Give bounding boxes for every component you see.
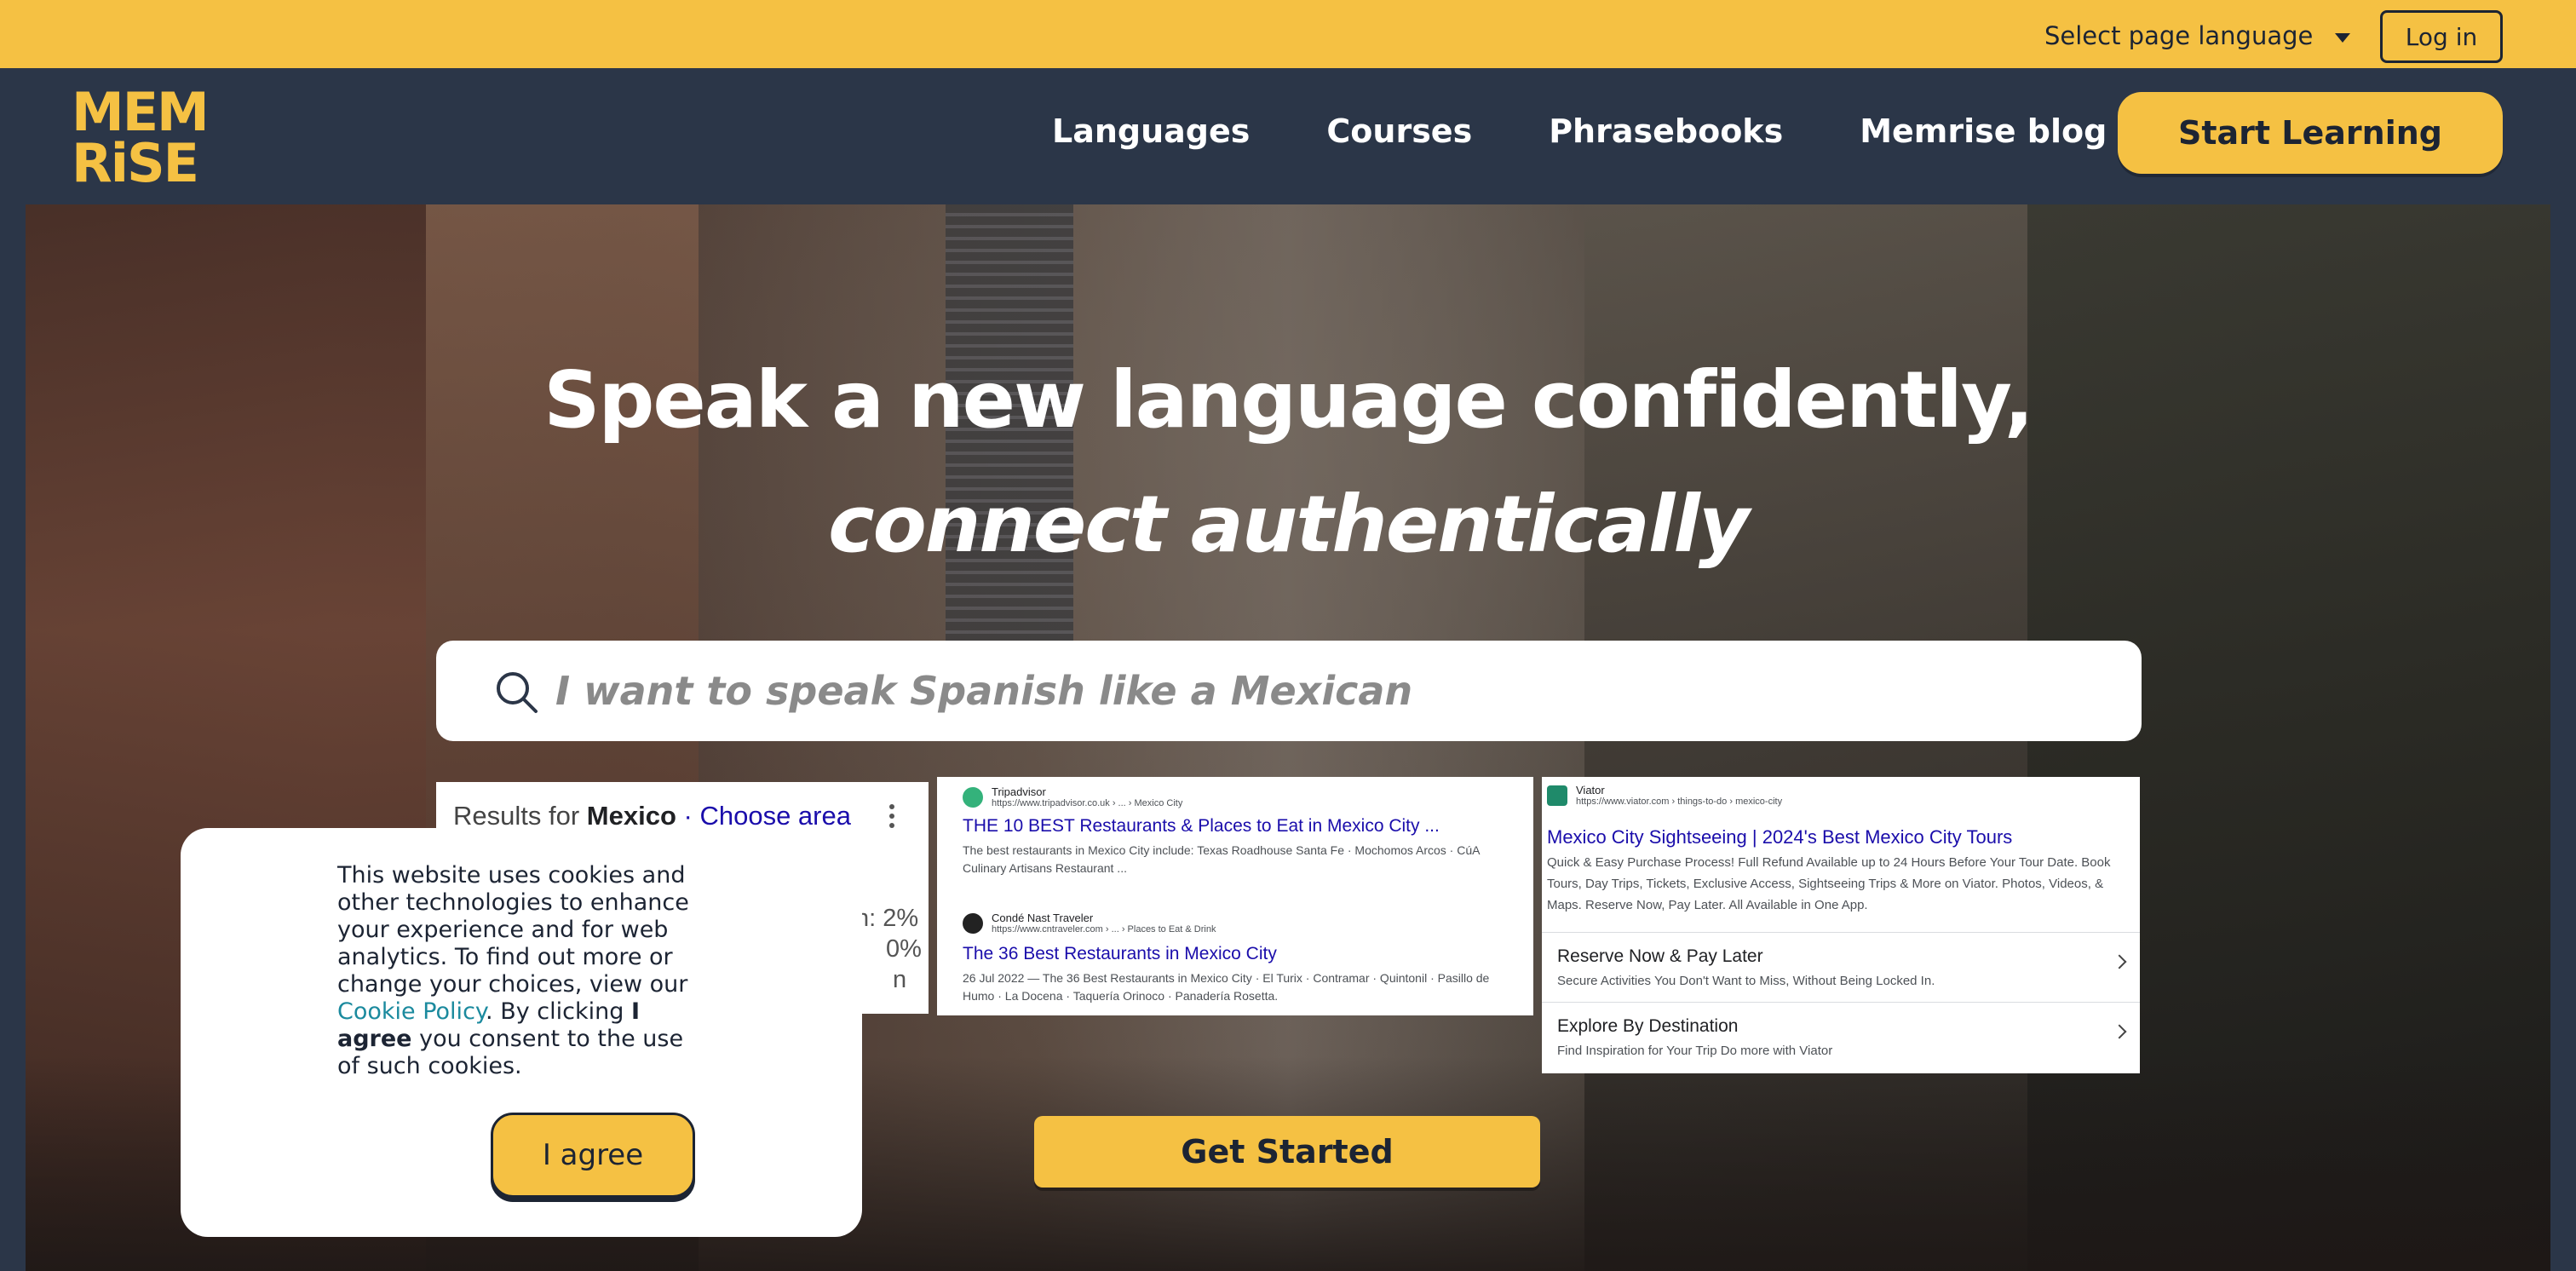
result-source-row: Condé Nast Traveler https://www.cntravel…: [963, 912, 1216, 935]
sitelink-description: Find Inspiration for Your Trip Do more w…: [1557, 1044, 1833, 1058]
cookie-policy-link[interactable]: Cookie Policy: [337, 998, 486, 1025]
result-source-name: Tripadvisor: [992, 785, 1046, 798]
sitelink-title: Reserve Now & Pay Later: [1557, 946, 1763, 966]
search-result-card-restaurants: Tripadvisor https://www.tripadvisor.co.u…: [937, 777, 1533, 1015]
results-location: Mexico: [586, 801, 676, 831]
nav-link-phrasebooks[interactable]: Phrasebooks: [1549, 112, 1783, 150]
result-fragment: 0%: [886, 935, 922, 963]
result-description: 26 Jul 2022 — The 36 Best Restaurants in…: [963, 971, 1490, 1003]
result-title-link[interactable]: THE 10 BEST Restaurants & Places to Eat …: [963, 816, 1440, 837]
sitelink-explore-destination[interactable]: Explore By Destination Find Inspiration …: [1542, 1002, 2140, 1072]
nav-link-memrise-blog[interactable]: Memrise blog: [1860, 112, 2107, 150]
result-description: Quick & Easy Purchase Process! Full Refu…: [1547, 855, 2111, 912]
get-started-button[interactable]: Get Started: [1034, 1116, 1540, 1188]
result-title-link[interactable]: Mexico City Sightseeing | 2024's Best Me…: [1547, 826, 2012, 848]
results-heading: Results for Mexico · Choose area: [453, 801, 851, 831]
chevron-down-icon: [2335, 32, 2351, 43]
choose-area-link[interactable]: · Choose area: [684, 801, 851, 831]
top-utility-bar: Select page language Log in: [0, 0, 2576, 68]
search-result-card-tours: Viator https://www.viator.com › things-t…: [1542, 777, 2140, 1073]
sitelink-title: Explore By Destination: [1557, 1016, 1739, 1036]
chevron-right-icon: [2112, 1024, 2127, 1039]
logo-line-2: RiSE: [72, 132, 199, 194]
logo-line-1: MEM: [72, 81, 210, 143]
cookie-agree-button[interactable]: I agree: [491, 1113, 695, 1198]
cookie-text-mid: . By clicking: [486, 998, 624, 1025]
result-source-url: https://www.cntraveler.com › ... › Place…: [992, 924, 1216, 935]
viator-icon: [1547, 785, 1567, 806]
result-source-name: Condé Nast Traveler: [992, 912, 1094, 924]
page-language-label: Select page language: [2044, 21, 2314, 50]
chevron-right-icon: [2112, 954, 2127, 969]
tripadvisor-icon: [963, 786, 983, 808]
result-fragment: n: [893, 966, 907, 993]
sitelink-description: Secure Activities You Don't Want to Miss…: [1557, 974, 1935, 988]
cookie-consent-text: This website uses cookies and other tech…: [337, 862, 712, 1080]
result-source-row: Viator https://www.viator.com › things-t…: [1547, 784, 1782, 807]
start-learning-button[interactable]: Start Learning: [2118, 92, 2503, 174]
nav-link-languages[interactable]: Languages: [1052, 112, 1250, 150]
result-title-link[interactable]: The 36 Best Restaurants in Mexico City: [963, 944, 1277, 964]
cookie-text-intro: This website uses cookies and other tech…: [337, 862, 689, 998]
result-source-url: https://www.viator.com › things-to-do › …: [1576, 797, 1783, 807]
cookie-consent-dialog: This website uses cookies and other tech…: [181, 828, 862, 1237]
search-icon: [497, 672, 538, 713]
conde-nast-icon: [963, 912, 983, 934]
more-options-icon[interactable]: [889, 804, 894, 832]
hero-title-line-1: Speak a new language confidently,: [543, 354, 2034, 446]
result-source-url: https://www.tripadvisor.co.uk › ... › Me…: [992, 798, 1183, 808]
nav-links: Languages Courses Phrasebooks Memrise bl…: [1052, 112, 2107, 150]
login-button[interactable]: Log in: [2380, 10, 2503, 63]
nav-link-courses[interactable]: Courses: [1326, 112, 1472, 150]
result-fragment: n: 2%: [855, 905, 919, 932]
memrise-logo[interactable]: MEM RiSE: [72, 81, 210, 194]
result-description: The best restaurants in Mexico City incl…: [963, 843, 1480, 875]
results-for-label: Results for: [453, 801, 580, 831]
search-bar[interactable]: [436, 641, 2142, 741]
main-navbar: MEM RiSE Languages Courses Phrasebooks M…: [0, 68, 2576, 204]
hero-title-line-2: connect authentically: [828, 479, 1750, 570]
page-language-select[interactable]: Select page language: [2044, 19, 2351, 53]
sitelink-reserve-now[interactable]: Reserve Now & Pay Later Secure Activitie…: [1542, 932, 2140, 1002]
result-source-row: Tripadvisor https://www.tripadvisor.co.u…: [963, 785, 1182, 808]
result-source-name: Viator: [1576, 784, 1605, 797]
search-input[interactable]: [555, 658, 2106, 724]
